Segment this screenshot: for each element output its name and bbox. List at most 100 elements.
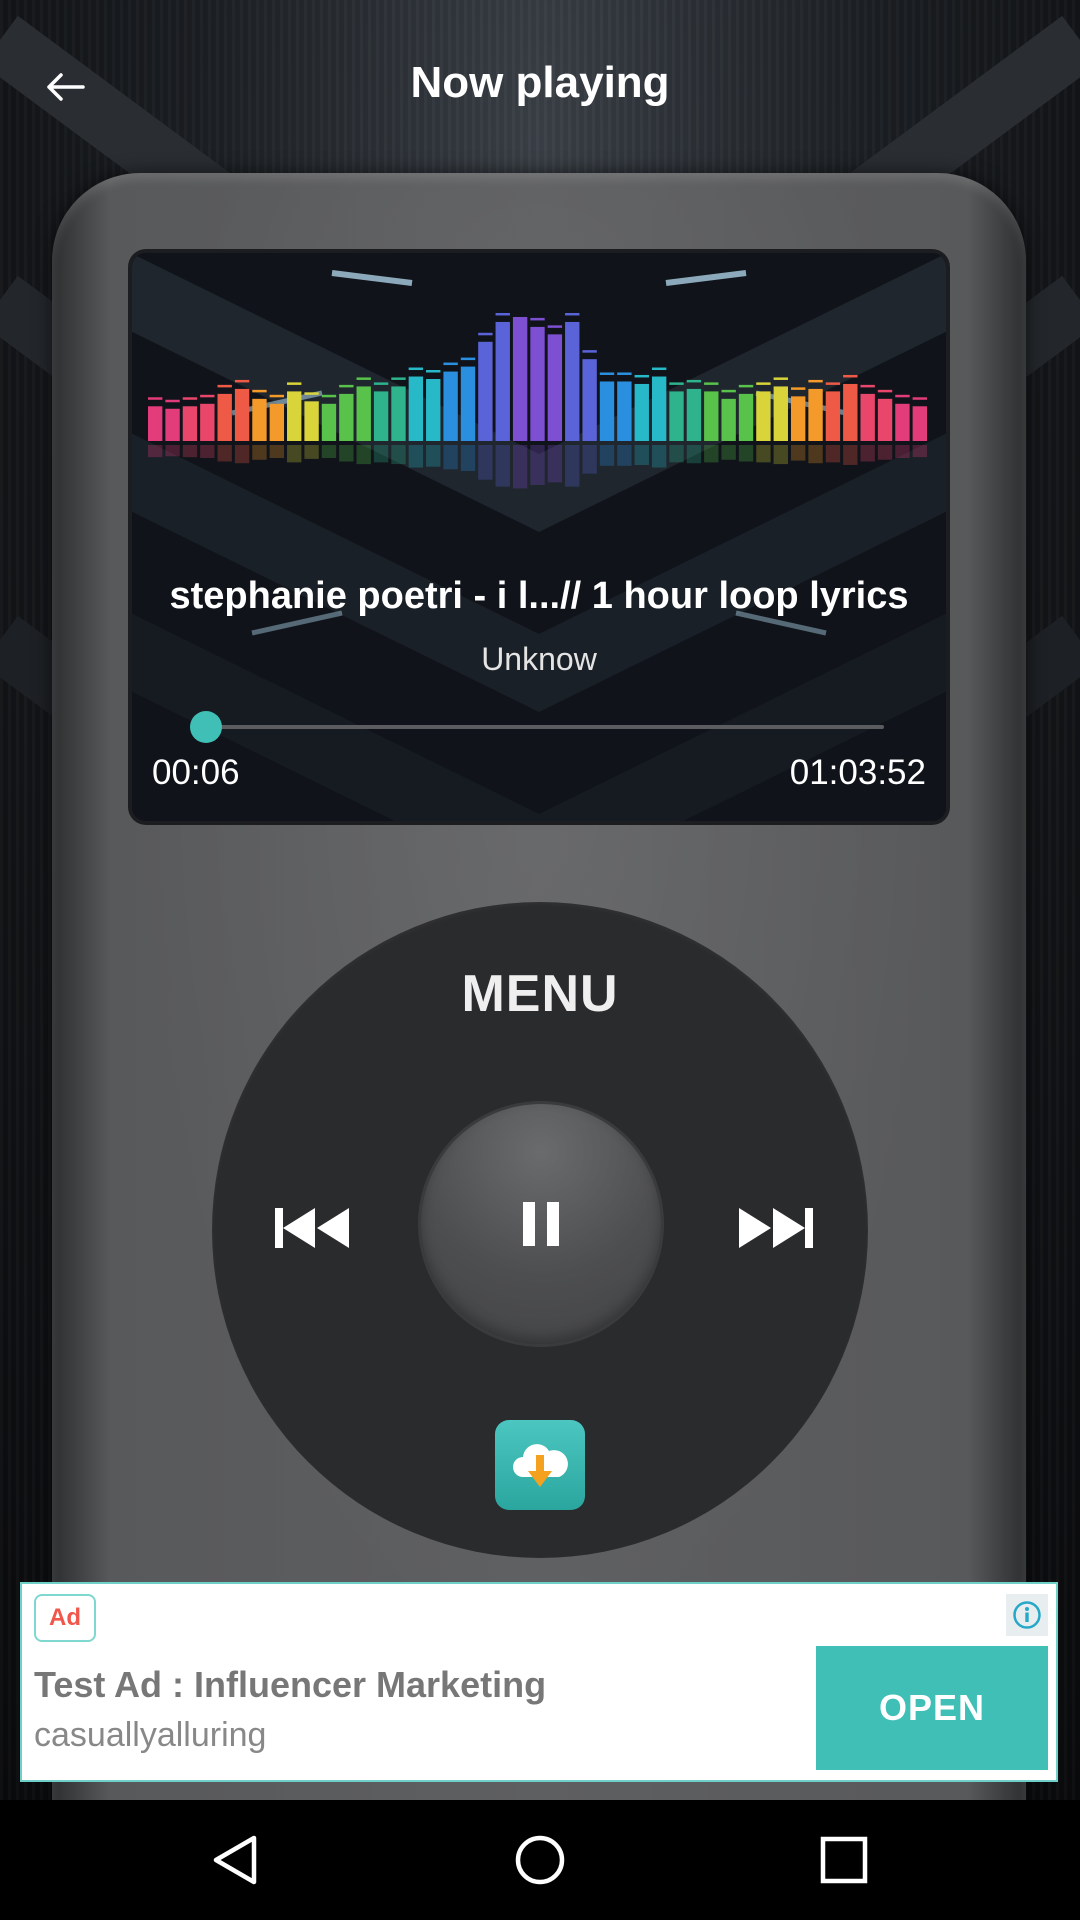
equalizer-bar — [426, 379, 441, 441]
equalizer-peak — [478, 332, 493, 336]
equalizer-reflection — [287, 445, 302, 463]
equalizer-peak — [182, 397, 198, 400]
equalizer-bar — [721, 398, 736, 441]
equalizer-peak — [634, 374, 649, 378]
equalizer-peak — [165, 399, 180, 403]
equalizer-reflection — [565, 445, 580, 487]
equalizer-bar — [252, 398, 267, 441]
seek-bar[interactable] — [190, 711, 884, 743]
equalizer-peak — [426, 370, 441, 373]
equalizer-peak — [565, 313, 580, 316]
equalizer-bar — [234, 388, 250, 441]
equalizer-bar — [756, 391, 771, 441]
equalizer-peak — [495, 313, 510, 316]
equalizer-peak — [860, 384, 875, 388]
equalizer-reflection — [460, 445, 476, 472]
track-title: stephanie poetri - i l...// 1 hour loop … — [169, 575, 909, 617]
nav-home-icon — [515, 1835, 565, 1885]
skip-previous-icon — [275, 1208, 349, 1248]
equalizer-reflection — [895, 445, 910, 459]
equalizer-bar — [217, 393, 232, 441]
equalizer-peak — [599, 372, 615, 375]
download-button[interactable] — [495, 1420, 585, 1510]
equalizer-reflection — [252, 445, 267, 460]
equalizer-bar — [790, 396, 806, 441]
equalizer-bar — [321, 403, 337, 441]
equalizer-bar — [269, 403, 285, 441]
nav-recents-button[interactable] — [804, 1820, 884, 1900]
equalizer-bar — [686, 388, 702, 441]
equalizer-reflection — [495, 445, 510, 487]
equalizer-reflection — [860, 445, 875, 462]
elapsed-time: 00:06 — [152, 753, 240, 792]
equalizer-bar — [200, 403, 215, 441]
equalizer-reflection — [478, 445, 493, 480]
nav-back-button[interactable] — [195, 1824, 275, 1896]
ad-open-button[interactable]: OPEN — [816, 1646, 1048, 1770]
equalizer-reflection — [599, 445, 615, 466]
equalizer-bar — [495, 321, 510, 441]
equalizer-bar — [634, 383, 649, 441]
equalizer-reflection — [182, 445, 198, 458]
equalizer-peak — [895, 394, 910, 398]
equalizer-peak — [321, 394, 337, 398]
equalizer-reflection — [234, 445, 250, 464]
ad-advertiser: casuallyalluring — [34, 1716, 267, 1754]
pause-icon — [523, 1202, 559, 1246]
equalizer-bar — [843, 383, 858, 441]
equalizer-bar — [895, 403, 910, 441]
equalizer-bar — [443, 371, 458, 441]
equalizer-reflection — [269, 445, 285, 459]
equalizer-peak — [304, 392, 319, 395]
equalizer-bar — [738, 393, 754, 441]
equalizer-peak — [773, 377, 788, 380]
info-icon — [1013, 1601, 1041, 1629]
nav-back-icon — [213, 1835, 257, 1885]
equalizer-bar — [825, 391, 841, 441]
equalizer-bar — [704, 391, 719, 441]
equalizer-reflection — [721, 445, 736, 460]
equalizer-reflection — [530, 445, 545, 485]
equalizer-peak — [339, 384, 354, 388]
equalizer-peak — [738, 384, 754, 388]
equalizer-peak — [373, 382, 389, 385]
equalizer-reflection — [651, 445, 667, 468]
equalizer-reflection — [756, 445, 771, 463]
equalizer-reflection — [617, 445, 632, 466]
equalizer-peak — [200, 394, 215, 398]
nav-recents-icon — [820, 1836, 868, 1884]
equalizer-bar — [287, 391, 302, 441]
equalizer-bar — [165, 408, 180, 441]
equalizer-reflection — [686, 445, 702, 464]
equalizer-bar — [373, 391, 389, 441]
equalizer-reflection — [547, 445, 563, 483]
play-pause-button[interactable] — [421, 1104, 661, 1344]
equalizer-peak — [234, 379, 250, 383]
equalizer-bar — [808, 388, 823, 441]
ad-banner[interactable]: Ad Test Ad : Influencer Marketing casual… — [20, 1582, 1058, 1782]
equalizer-reflection — [408, 445, 424, 468]
equalizer-reflection — [217, 445, 232, 462]
equalizer-peak — [843, 374, 858, 378]
previous-track-button[interactable] — [264, 1196, 360, 1260]
menu-button[interactable]: MENU — [212, 964, 868, 1024]
equalizer-peak — [287, 382, 302, 385]
equalizer-bar — [912, 406, 927, 441]
ad-title[interactable]: Test Ad : Influencer Marketing — [34, 1664, 546, 1706]
equalizer-reflection — [304, 445, 319, 459]
next-track-button[interactable] — [728, 1196, 824, 1260]
equalizer-reflection — [825, 445, 841, 463]
equalizer-peak — [721, 389, 736, 393]
equalizer-reflection — [634, 445, 649, 465]
ad-info-button[interactable] — [1006, 1594, 1048, 1636]
equalizer-peak — [391, 377, 406, 380]
equalizer-reflection — [877, 445, 893, 460]
equalizer-reflection — [808, 445, 823, 464]
equalizer-peak — [217, 384, 232, 388]
equalizer-reflection — [843, 445, 858, 465]
nav-home-button[interactable] — [500, 1820, 580, 1900]
equalizer-reflection — [339, 445, 354, 462]
equalizer-peak — [686, 379, 702, 383]
equalizer-bar — [304, 401, 319, 441]
equalizer-bar — [547, 334, 563, 441]
